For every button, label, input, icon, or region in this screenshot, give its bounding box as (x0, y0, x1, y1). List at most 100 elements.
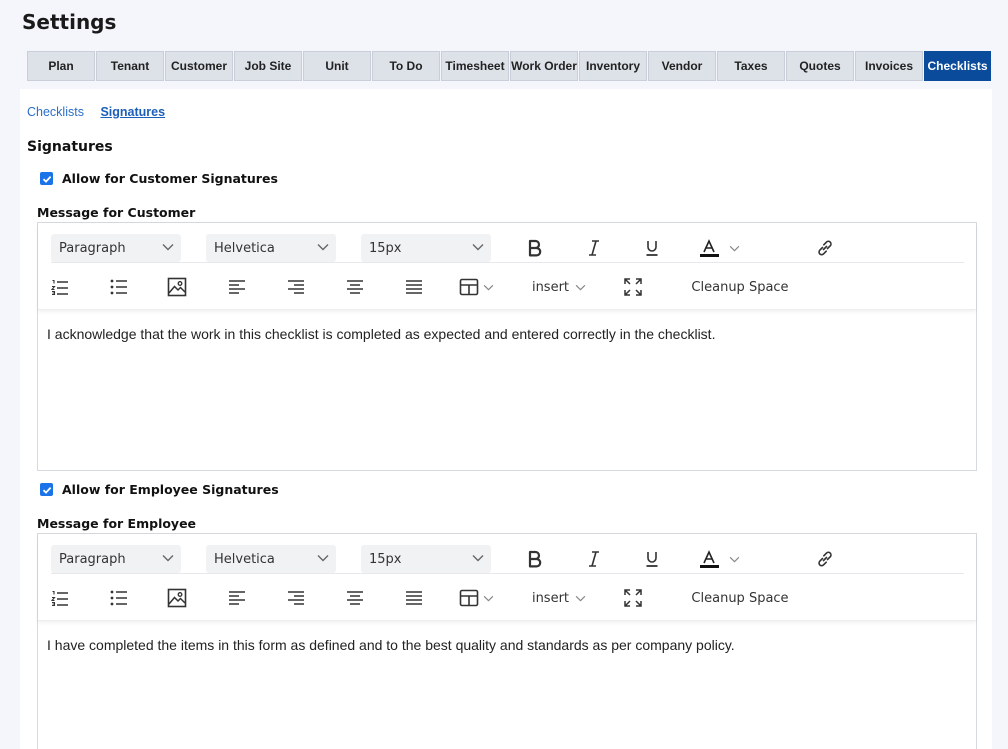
table-icon (459, 278, 478, 296)
insert-table-button[interactable] (456, 583, 496, 613)
align-left-button[interactable] (225, 583, 249, 613)
subnav-checklists-link[interactable]: Checklists (27, 105, 84, 119)
tab-inventory[interactable]: Inventory (579, 51, 647, 81)
bold-icon (528, 550, 542, 568)
text-color-icon (699, 550, 719, 568)
insert-dropdown-button[interactable]: insert (529, 272, 589, 302)
tab-job-site[interactable]: Job Site (234, 51, 302, 81)
align-center-button[interactable] (343, 583, 367, 613)
link-icon (818, 551, 832, 567)
align-right-button[interactable] (284, 583, 308, 613)
align-left-button[interactable] (225, 272, 249, 302)
align-left-icon (229, 591, 245, 605)
align-right-icon (288, 280, 304, 294)
align-center-icon (347, 591, 363, 605)
bold-button[interactable] (521, 234, 549, 262)
bullet-list-button[interactable] (107, 583, 131, 613)
insert-table-button[interactable] (456, 272, 496, 302)
chevron-down-icon (729, 556, 739, 563)
block-format-value: Paragraph (59, 240, 126, 256)
fullscreen-icon (624, 278, 642, 296)
cleanup-space-button[interactable]: Cleanup Space (685, 583, 795, 613)
ordered-list-button[interactable] (48, 583, 72, 613)
tab-taxes[interactable]: Taxes (717, 51, 785, 81)
underline-button[interactable] (638, 545, 666, 573)
customer-signature-checkbox[interactable] (40, 172, 53, 185)
chevron-down-icon (472, 244, 484, 251)
chevron-down-icon (317, 244, 329, 251)
font-family-select[interactable]: Helvetica (206, 234, 336, 262)
sub-navigation: Checklists Signatures (27, 105, 178, 119)
tab-tenant[interactable]: Tenant (96, 51, 164, 81)
insert-label: insert (531, 590, 570, 606)
block-format-select[interactable]: Paragraph (51, 545, 181, 573)
font-size-select[interactable]: 15px (361, 234, 491, 262)
chevron-down-icon (162, 555, 174, 562)
cleanup-space-button[interactable]: Cleanup Space (685, 272, 795, 302)
text-color-button[interactable] (694, 234, 744, 262)
customer-message-editor: Paragraph Helvetica 15px insert Cleanup … (37, 222, 977, 471)
employee-signature-checkbox[interactable] (40, 483, 53, 496)
settings-card: Checklists Signatures Signatures Allow f… (20, 89, 992, 749)
ordered-list-button[interactable] (48, 272, 72, 302)
align-justify-icon (406, 280, 422, 294)
block-format-select[interactable]: Paragraph (51, 234, 181, 262)
page-title: Settings (22, 10, 117, 34)
link-button[interactable] (811, 545, 839, 573)
subnav-signatures-link[interactable]: Signatures (100, 105, 165, 119)
insert-label: insert (531, 279, 570, 295)
text-color-button[interactable] (694, 545, 744, 573)
italic-button[interactable] (580, 234, 608, 262)
chevron-down-icon (575, 284, 586, 291)
chevron-down-icon (317, 555, 329, 562)
insert-image-button[interactable] (165, 272, 189, 302)
font-size-value: 15px (369, 240, 402, 256)
fullscreen-button[interactable] (621, 272, 645, 302)
customer-message-content[interactable]: I acknowledge that the work in this chec… (38, 310, 976, 358)
bullet-list-button[interactable] (107, 272, 131, 302)
chevron-down-icon (472, 555, 484, 562)
italic-icon (589, 240, 599, 256)
align-justify-button[interactable] (402, 272, 426, 302)
check-icon (42, 486, 51, 494)
tab-unit[interactable]: Unit (303, 51, 371, 81)
fullscreen-icon (624, 589, 642, 607)
link-button[interactable] (811, 234, 839, 262)
tab-invoices[interactable]: Invoices (855, 51, 923, 81)
tab-work-order[interactable]: Work Order (510, 51, 578, 81)
font-family-value: Helvetica (214, 551, 275, 567)
tab-checklists[interactable]: Checklists (924, 51, 991, 81)
insert-image-button[interactable] (165, 583, 189, 613)
tab-timesheet[interactable]: Timesheet (441, 51, 509, 81)
align-center-button[interactable] (343, 272, 367, 302)
font-family-select[interactable]: Helvetica (206, 545, 336, 573)
chevron-down-icon (162, 244, 174, 251)
fullscreen-button[interactable] (621, 583, 645, 613)
settings-tabs: Plan Tenant Customer Job Site Unit To Do… (27, 51, 992, 81)
table-icon (459, 589, 478, 607)
text-color-icon (699, 239, 719, 257)
italic-button[interactable] (580, 545, 608, 573)
tab-quotes[interactable]: Quotes (786, 51, 854, 81)
underline-button[interactable] (638, 234, 666, 262)
employee-editor-toolbar: Paragraph Helvetica 15px insert Cleanup … (38, 534, 976, 621)
section-title: Signatures (27, 139, 113, 155)
ordered-list-icon (51, 590, 68, 607)
font-family-value: Helvetica (214, 240, 275, 256)
font-size-select[interactable]: 15px (361, 545, 491, 573)
customer-editor-toolbar: Paragraph Helvetica 15px insert Cleanup … (38, 223, 976, 310)
tab-to-do[interactable]: To Do (372, 51, 440, 81)
tab-customer[interactable]: Customer (165, 51, 233, 81)
bold-button[interactable] (521, 545, 549, 573)
insert-dropdown-button[interactable]: insert (529, 583, 589, 613)
chevron-down-icon (575, 595, 586, 602)
chevron-down-icon (729, 245, 739, 252)
align-right-button[interactable] (284, 272, 308, 302)
tab-plan[interactable]: Plan (27, 51, 95, 81)
tab-vendor[interactable]: Vendor (648, 51, 716, 81)
underline-icon (646, 552, 658, 567)
bold-icon (528, 239, 542, 257)
chevron-down-icon (483, 595, 493, 602)
align-justify-button[interactable] (402, 583, 426, 613)
employee-message-content[interactable]: I have completed the items in this form … (38, 621, 976, 669)
